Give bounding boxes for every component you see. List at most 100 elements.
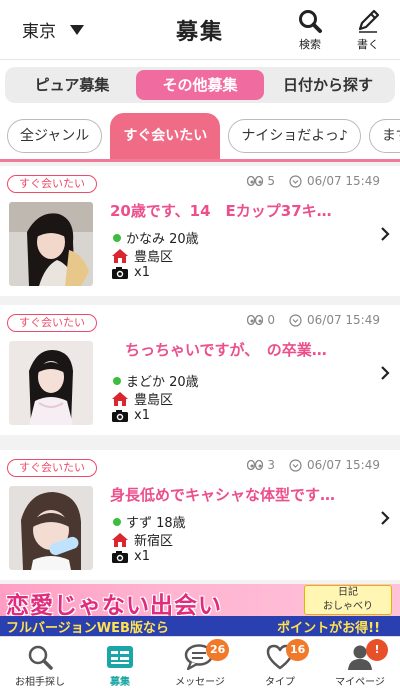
- search-icon: [299, 10, 322, 33]
- view-count-value: 0: [267, 313, 276, 327]
- banner-headline: 恋愛じゃない出会い: [6, 593, 222, 619]
- message-count-badge: 26: [206, 639, 230, 661]
- post-date: 06/07 15:49: [289, 458, 380, 472]
- camera-icon: [112, 550, 128, 563]
- photo-count-row: x1: [111, 549, 150, 564]
- post-date-value: 06/07 15:49: [307, 313, 380, 327]
- profile-photo-image: [9, 486, 93, 570]
- profile-photo[interactable]: [9, 341, 93, 425]
- poster-name: すず 18歳: [126, 516, 186, 531]
- banner-box-line2: おしゃべり: [323, 601, 373, 612]
- area-row: 豊島区: [111, 246, 173, 265]
- post-meta: 3 06/07 15:49: [247, 458, 380, 472]
- profile-photo[interactable]: [9, 486, 93, 570]
- genre-badge: すぐ会いたい: [7, 459, 97, 477]
- chevron-right-icon: [381, 227, 390, 241]
- post-date-value: 06/07 15:49: [307, 458, 380, 472]
- nav-messages[interactable]: メッセージ 26: [160, 637, 240, 692]
- nav-label: 募集: [110, 677, 130, 688]
- mypage-alert-badge: !: [366, 639, 388, 661]
- view-count-value: 3: [267, 458, 276, 472]
- pencil-icon: [358, 9, 380, 33]
- post-date: 06/07 15:49: [289, 313, 380, 327]
- tab-other[interactable]: その他募集: [136, 70, 264, 100]
- view-count: 3: [247, 458, 275, 472]
- genre-tab-secret[interactable]: ナイショだよっ♪: [228, 119, 361, 153]
- poster-name: かなみ 20歳: [126, 232, 199, 247]
- genre-tab-first[interactable]: まずは: [368, 119, 400, 153]
- nav-mypage[interactable]: マイページ !: [320, 637, 400, 692]
- genre-bar: 全ジャンル すぐ会いたい ナイショだよっ♪ まずは: [0, 110, 400, 162]
- camera-icon: [112, 266, 128, 279]
- write-label: 書く: [357, 38, 379, 51]
- area-row: 豊島区: [111, 389, 173, 408]
- post-meta: 0 06/07 15:49: [247, 313, 380, 327]
- area-label: 豊島区: [134, 250, 174, 265]
- eyes-icon: [247, 315, 264, 325]
- profile-photo[interactable]: [9, 202, 93, 286]
- poster-name-row: まどか 20歳: [113, 371, 199, 390]
- post-meta: 5 06/07 15:49: [247, 174, 380, 188]
- home-icon: [112, 532, 128, 547]
- segment-bar: ピュア募集 その他募集 日付から探す: [0, 60, 400, 110]
- post-card[interactable]: すぐ会いたい 0 06/07 15:49 ちっちゃいですが、 の卒業… まどか …: [0, 305, 400, 435]
- profile-photo-image: [9, 202, 93, 286]
- photo-count: x1: [134, 549, 150, 564]
- post-date: 06/07 15:49: [289, 174, 380, 188]
- genre-tab-all[interactable]: 全ジャンル: [7, 119, 103, 153]
- nav-label: マイページ: [335, 677, 385, 688]
- nav-partner-search[interactable]: お相手探し: [0, 637, 80, 692]
- app: 東京 募集 検索 書く ピュア募集 その他募集 日付から探す 全ジャンル すぐ会…: [0, 0, 400, 692]
- banner-subtext-right: ポイントがお得!!: [277, 621, 380, 636]
- tab-by-date[interactable]: 日付から探す: [264, 70, 392, 100]
- photo-count: x1: [134, 408, 150, 423]
- page-title: 募集: [175, 20, 224, 45]
- clock-chevron-icon: [289, 458, 302, 472]
- post-title: 20歳です、14 Eカップ37キ…: [110, 202, 332, 220]
- header: 東京 募集 検索 書く: [0, 0, 400, 60]
- eyes-icon: [247, 176, 264, 186]
- poster-name-row: すず 18歳: [113, 512, 186, 531]
- chevron-right-icon: [381, 366, 390, 380]
- post-card[interactable]: すぐ会いたい 5 06/07 15:49 20歳です、14 Eカップ37キ… か…: [0, 166, 400, 296]
- nav-board[interactable]: 募集: [80, 637, 160, 692]
- eyes-icon: [247, 460, 264, 470]
- clock-chevron-icon: [289, 174, 302, 188]
- photo-count-row: x1: [111, 408, 150, 423]
- banner-box-line1: 日記: [338, 587, 358, 598]
- genre-badge: すぐ会いたい: [7, 314, 97, 332]
- write-button[interactable]: 書く: [344, 8, 392, 52]
- area-row: 新宿区: [111, 530, 173, 549]
- tab-pure[interactable]: ピュア募集: [8, 70, 136, 100]
- promo-banner[interactable]: 恋愛じゃない出会い 日記 おしゃべり フルバージョンWEB版なら ポイントがお得…: [0, 584, 400, 636]
- board-icon: [107, 646, 133, 668]
- photo-count: x1: [134, 265, 150, 280]
- genre-tab-meet-now[interactable]: すぐ会いたい: [110, 113, 221, 159]
- post-date-value: 06/07 15:49: [307, 174, 380, 188]
- search-button[interactable]: 検索: [286, 8, 334, 52]
- poster-name-row: かなみ 20歳: [113, 228, 199, 247]
- search-label: 検索: [299, 38, 321, 51]
- view-count-value: 5: [267, 174, 276, 188]
- post-card[interactable]: すぐ会いたい 3 06/07 15:49 身長低めでキャシャな体型です… すず …: [0, 450, 400, 580]
- nav-type[interactable]: タイプ 16: [240, 637, 320, 692]
- area-label: 新宿区: [134, 534, 174, 549]
- type-count-badge: 16: [286, 639, 310, 661]
- post-title: 身長低めでキャシャな体型です…: [110, 486, 336, 504]
- banner-subtext: フルバージョンWEB版なら: [6, 621, 169, 636]
- segment-control: ピュア募集 その他募集 日付から探す: [5, 67, 395, 103]
- nav-label: お相手探し: [15, 677, 65, 688]
- home-icon: [112, 391, 128, 406]
- view-count: 0: [247, 313, 275, 327]
- poster-name: まどか 20歳: [126, 375, 199, 390]
- nav-label: メッセージ: [175, 677, 225, 688]
- profile-photo-image: [9, 341, 93, 425]
- photo-count-row: x1: [111, 265, 150, 280]
- clock-chevron-icon: [289, 313, 302, 327]
- bottom-nav: お相手探し 募集 メッセージ 26 タイプ 16 マイページ !: [0, 636, 400, 692]
- chevron-right-icon: [381, 511, 390, 525]
- area-label: 豊島区: [134, 393, 174, 408]
- nav-label: タイプ: [265, 677, 295, 688]
- online-status-icon: [113, 517, 121, 526]
- camera-icon: [112, 409, 128, 422]
